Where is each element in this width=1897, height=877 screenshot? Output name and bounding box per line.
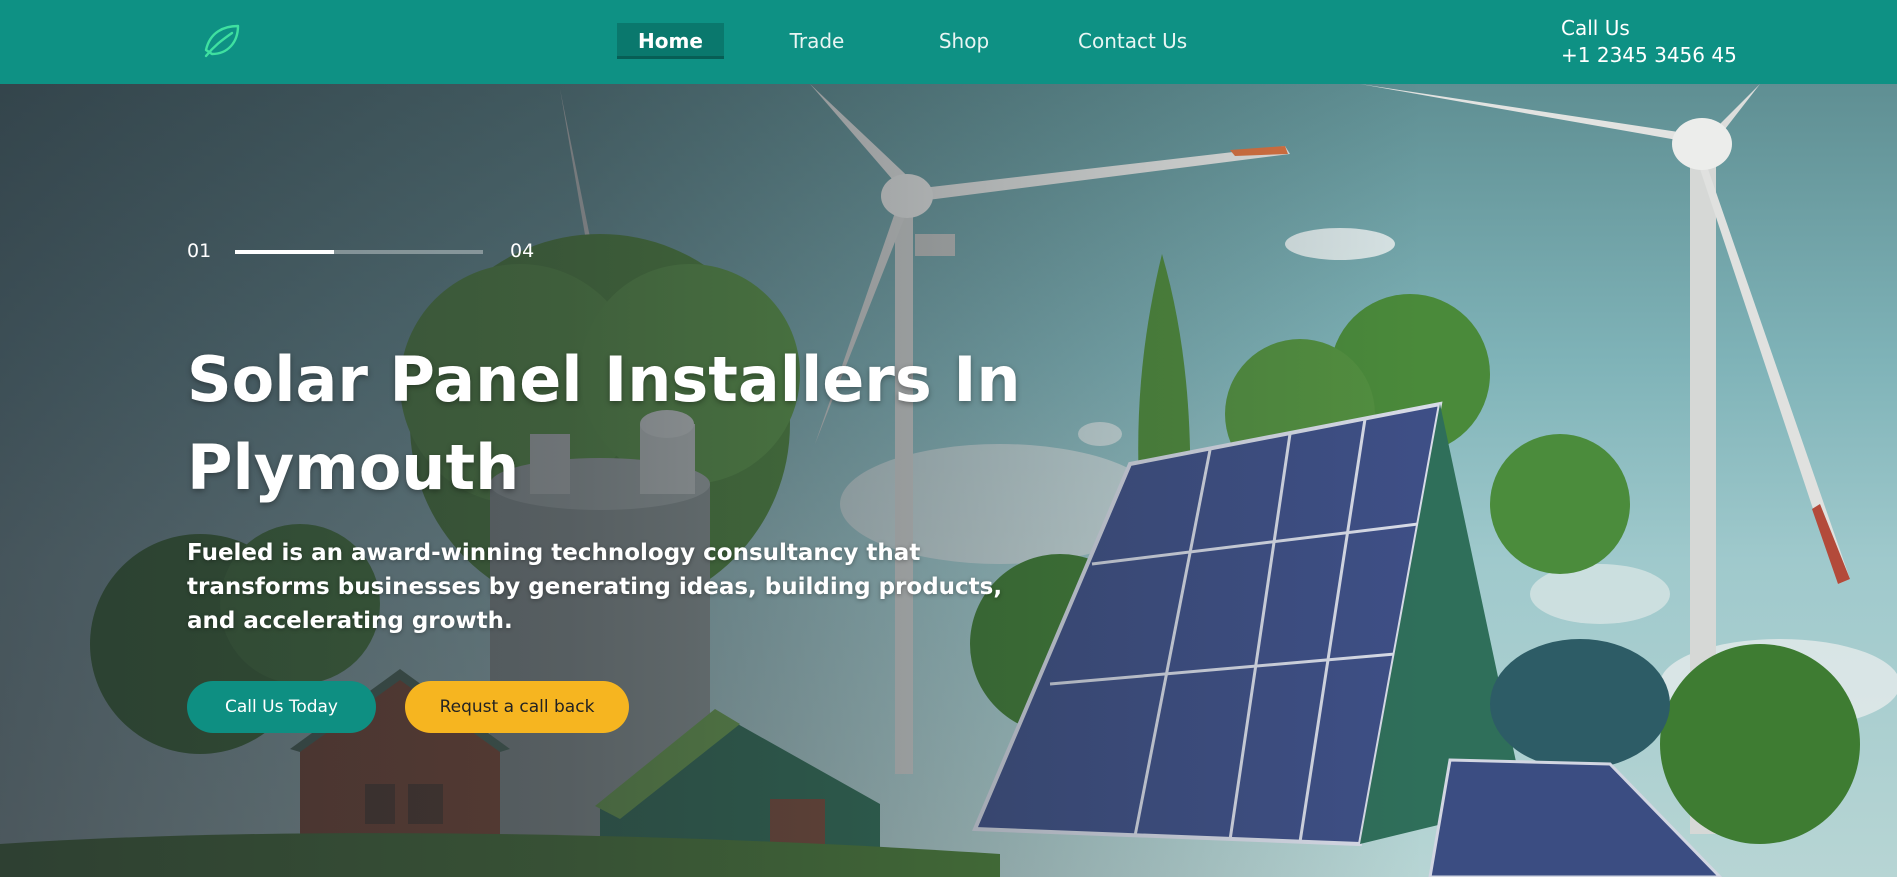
hero-title: Solar Panel Installers In Plymouth [187, 336, 1087, 512]
page: Home Trade Shop Contact Us Call Us +1 23… [0, 0, 1897, 877]
slide-indicator: 01 04 [187, 238, 537, 268]
hero-subtitle: Fueled is an award-winning technology co… [187, 540, 1003, 634]
slide-current: 01 [187, 240, 212, 262]
hero-title-line-1: Solar Panel Installers In [187, 343, 1021, 416]
header-contact: Call Us +1 2345 3456 45 [1561, 15, 1737, 69]
hero-section: 01 04 Solar Panel Installers In Plymouth… [0, 84, 1897, 877]
nav-home[interactable]: Home [617, 23, 724, 59]
nav-trade[interactable]: Trade [787, 23, 847, 59]
slide-progress-fill [235, 250, 335, 254]
leaf-icon[interactable] [200, 18, 244, 62]
slide-total: 04 [510, 240, 535, 262]
call-label: Call Us [1561, 16, 1630, 40]
slide-progress-track[interactable] [235, 250, 483, 254]
main-nav: Home Trade Shop Contact Us [617, 23, 1187, 59]
call-us-today-button[interactable]: Call Us Today [187, 681, 376, 733]
top-navbar: Home Trade Shop Contact Us Call Us +1 23… [0, 0, 1897, 84]
request-call-back-button[interactable]: Requst a call back [405, 681, 629, 733]
nav-contact-us[interactable]: Contact Us [1078, 23, 1187, 59]
nav-shop[interactable]: Shop [937, 23, 991, 59]
phone-number[interactable]: +1 2345 3456 45 [1561, 42, 1737, 69]
hero-title-line-2: Plymouth [187, 431, 520, 504]
